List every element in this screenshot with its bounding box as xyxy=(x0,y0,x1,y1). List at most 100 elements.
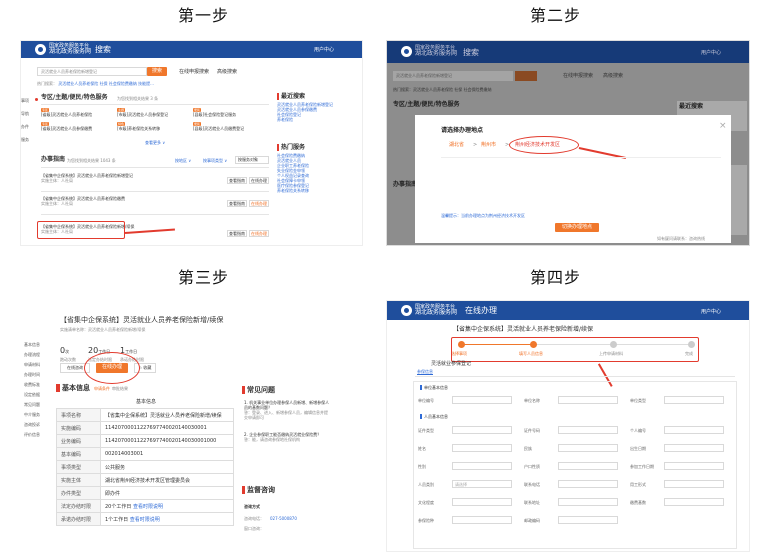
close-icon[interactable]: × xyxy=(719,121,727,131)
user-center-link[interactable]: 用户中心 xyxy=(701,308,721,315)
user-center-link[interactable]: 用户中心 xyxy=(701,49,721,56)
online-handle-button[interactable]: 在线办理 xyxy=(249,177,269,184)
step1-screenshot: 国家政务服务平台 湖北政务服务网 搜索 用户中心 灵活就业人员养老保险新增登记 搜… xyxy=(20,40,363,246)
side-nav-item[interactable]: 办理流程 xyxy=(24,350,40,360)
theme-item[interactable]: 特色 [市级]养老保险关系转移 xyxy=(117,121,160,131)
theme-item[interactable]: 便民 [县级]社会保险登记服务 xyxy=(193,107,236,117)
table-row: 承诺办结时限 1个工作日 查看时限说明 xyxy=(56,512,234,526)
matter-section-title: 办事指南 xyxy=(41,156,66,163)
modal-footer-link[interactable]: 如有疑问请联系：咨询热线 xyxy=(657,236,705,241)
step4-screenshot: 国家政务服务平台 湖北政务服务网 在线办理 用户中心 【省集中企保系统】灵活就业人… xyxy=(386,300,750,552)
unit-type-select[interactable] xyxy=(664,396,724,404)
side-nav-item[interactable]: 导航 xyxy=(21,107,29,120)
online-handle-button[interactable]: 在线办理 xyxy=(249,200,269,207)
contribution-base-input[interactable] xyxy=(664,498,724,506)
unit-number-input[interactable] xyxy=(452,396,512,404)
side-nav-item[interactable]: 常见问题 xyxy=(24,400,40,410)
view-guide-button[interactable]: 查看指南 xyxy=(227,230,247,237)
side-nav-item[interactable]: 基本信息 xyxy=(24,340,40,350)
hot-search-item[interactable]: 社会保险费缴纳 xyxy=(109,81,137,86)
theme-grid: 专区 [省级]灵活就业人员养老保险 主题 [市级]灵活就业人员参保登记 便民 [县级]… xyxy=(41,107,269,137)
theme-item[interactable]: 专区 [省级]灵活就业人员养老保险 xyxy=(41,107,92,117)
side-nav-item[interactable]: 评价信息 xyxy=(24,430,40,440)
person-category-select[interactable]: 请选择 xyxy=(452,480,512,488)
step1-title: 第一步 xyxy=(178,6,230,25)
name-input[interactable] xyxy=(452,444,512,452)
hot-service-item[interactable]: 养老保险关系转移 xyxy=(277,188,357,193)
filter-region[interactable]: 按地区 ∨ xyxy=(175,158,191,163)
household-type-select[interactable] xyxy=(558,462,618,470)
online-search-link[interactable]: 在线申报搜索 xyxy=(179,69,209,75)
theme-section-title: 专区/主题/便民/特色服务 xyxy=(41,94,108,101)
hot-search-row: 热门搜索： 灵活就业人员养老保险 社保 社会保险费缴纳 技能提... xyxy=(37,81,154,86)
hot-search-item[interactable]: 灵活就业人员养老保险 xyxy=(58,81,98,86)
basic-info-title: 基本信息 xyxy=(62,384,90,392)
side-nav-item[interactable]: 设定依据 xyxy=(24,390,40,400)
user-center-link[interactable]: 用户中心 xyxy=(314,46,334,53)
form-title: 灵活就业参保登记 xyxy=(431,361,472,367)
view-guide-button[interactable]: 查看指南 xyxy=(227,177,247,184)
phone-input[interactable] xyxy=(558,480,618,488)
step3-title: 第三步 xyxy=(178,268,230,287)
search-button[interactable]: 搜索 xyxy=(147,67,167,76)
location-province[interactable]: 湖北省 xyxy=(449,142,464,148)
hot-search-item[interactable]: 技能提... xyxy=(138,81,154,86)
birth-date-input[interactable] xyxy=(664,444,724,452)
education-select[interactable] xyxy=(452,498,512,506)
table-row: 实施编码 11420700011227697740020140030001 xyxy=(56,421,234,435)
confirm-location-button[interactable]: 切换办理地点 xyxy=(555,223,599,232)
advanced-search-link[interactable]: 高级搜索 xyxy=(217,69,237,75)
postal-code-input[interactable] xyxy=(558,516,618,524)
unit-name-input[interactable] xyxy=(558,396,618,404)
time-limit-link[interactable]: 查看时限说明 xyxy=(133,504,163,510)
person-number-input[interactable] xyxy=(664,426,724,434)
view-guide-button[interactable]: 查看指南 xyxy=(227,200,247,207)
theme-item[interactable]: 便民 [县级]灵活就业人员缴费登记 xyxy=(193,121,244,131)
tab-insurance-info[interactable]: 参保信息 xyxy=(417,369,433,375)
faq-item[interactable]: 2. 企业参保职工能否缴纳灵活就业保险费？ 答：能，请咨询参保地社保机构 xyxy=(244,432,330,442)
search-input[interactable]: 灵活就业人员养老保险新增登记 xyxy=(37,67,147,76)
employment-form-select[interactable] xyxy=(664,480,724,488)
field-label: 单位编号 xyxy=(418,398,434,403)
field-label: 缴费基数 xyxy=(630,500,646,505)
id-number-input[interactable] xyxy=(558,426,618,434)
address-input[interactable] xyxy=(558,498,618,506)
consult-label: 咨询方式 xyxy=(244,504,260,509)
highlight-box xyxy=(37,221,125,239)
field-label: 单位名称 xyxy=(524,398,540,403)
insurance-type-select[interactable] xyxy=(452,516,512,524)
time-limit-link[interactable]: 查看时限说明 xyxy=(130,517,160,523)
recent-item[interactable]: 养老保险 xyxy=(277,117,357,122)
field-label: 联系电话 xyxy=(524,482,540,487)
expand-more-link[interactable]: 查看更多 ∨ xyxy=(145,140,165,145)
field-label: 参保险种 xyxy=(418,518,434,523)
side-nav-item[interactable]: 中介服务 xyxy=(24,410,40,420)
side-nav-item[interactable]: 办件 xyxy=(21,120,29,133)
side-nav-item[interactable]: 办理时间 xyxy=(24,370,40,380)
work-start-date-input[interactable] xyxy=(664,462,724,470)
location-modal: 请选择办理地点 × 湖北省 > 荆州市 > 荆州经济技术开发区 温馨提示：当前办… xyxy=(415,115,731,243)
phone-number[interactable]: 027-5000870 xyxy=(270,516,297,521)
location-city[interactable]: 荆州市 xyxy=(481,142,496,148)
gender-select[interactable] xyxy=(452,462,512,470)
highlight-circle xyxy=(84,352,140,384)
filter-type[interactable]: 按事项类型 ∨ xyxy=(203,158,227,163)
side-nav-item[interactable]: 事项 xyxy=(21,94,29,107)
side-nav-item[interactable]: 服务 xyxy=(21,133,29,146)
faq-item[interactable]: 1. 机关事业单位办理参保人员新增、新增参保人员的基数问题？ 答：登录、进入、新… xyxy=(244,400,330,420)
modal-title: 请选择办理地点 xyxy=(441,127,484,134)
id-type-select[interactable] xyxy=(452,426,512,434)
theme-item[interactable]: 主题 [市级]灵活就业人员参保登记 xyxy=(117,107,168,117)
tab-results[interactable]: 审批结果 xyxy=(112,386,128,391)
field-label: 性别 xyxy=(418,464,426,469)
online-handle-button[interactable]: 在线办理 xyxy=(249,230,269,237)
hot-search-item[interactable]: 社保 xyxy=(100,81,108,86)
tab-conditions[interactable]: 申请条件 xyxy=(94,386,110,391)
side-nav-item[interactable]: 申请材料 xyxy=(24,360,40,370)
side-nav-item[interactable]: 咨询投诉 xyxy=(24,420,40,430)
side-nav-item[interactable]: 收费标准 xyxy=(24,380,40,390)
theme-item[interactable]: 专区 [省级]灵活就业人员参保缴费 xyxy=(41,121,92,131)
filter-target[interactable]: 按服务对象 xyxy=(235,156,269,164)
field-label: 用工形式 xyxy=(630,482,646,487)
ethnicity-select[interactable] xyxy=(558,444,618,452)
